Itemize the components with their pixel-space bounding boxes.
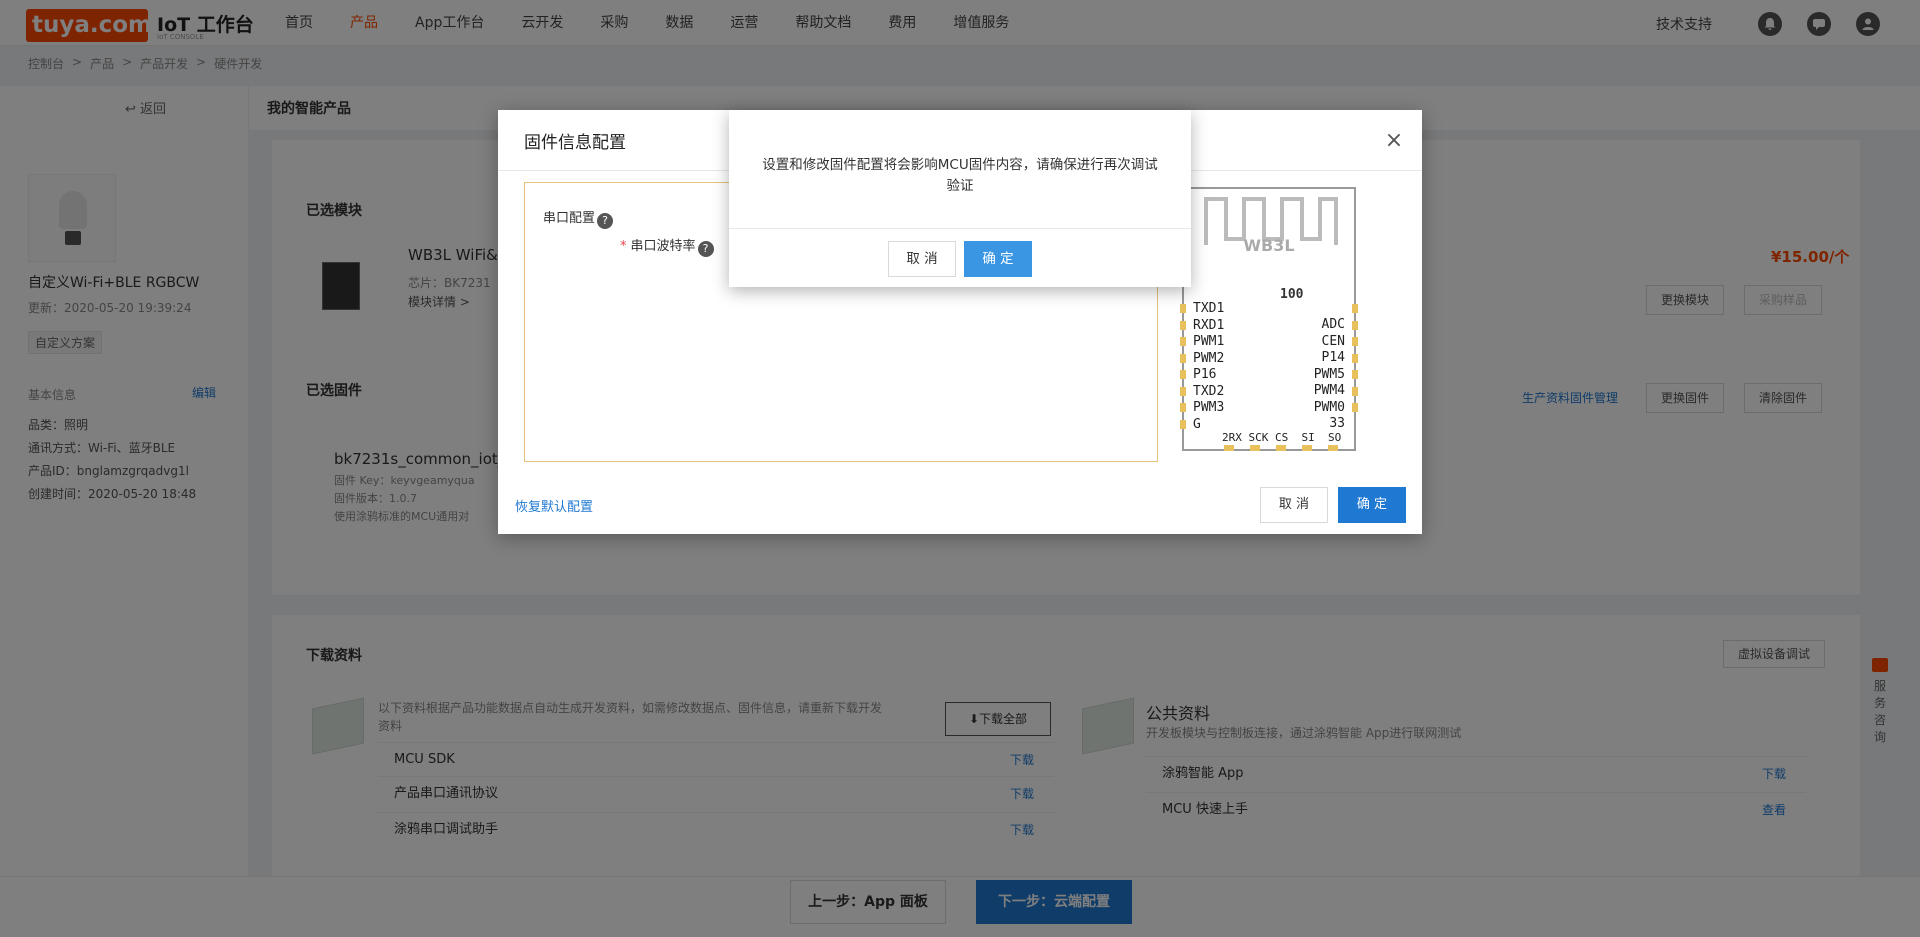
pin-label: G (1193, 416, 1201, 432)
pin-label: PWM4 (1313, 383, 1345, 398)
restore-default-link[interactable]: 恢复默认配置 (515, 496, 593, 515)
module-pin-diagram: WB3L 100 TXD1 RXD1 PWM1 PWM2 P16 TXD2 PW… (1180, 187, 1358, 451)
pin-pad (1352, 304, 1358, 313)
confirm-divider (729, 228, 1191, 229)
pin-pad (1302, 445, 1312, 451)
pin-pad (1352, 386, 1358, 396)
pin-pad (1180, 403, 1186, 412)
pin-pad (1352, 370, 1358, 379)
left-pin-column: TXD1 RXD1 PWM1 PWM2 P16 TXD2 PWM3 G (1193, 301, 1224, 433)
pin-pad (1352, 403, 1358, 412)
pin-pad (1276, 445, 1286, 451)
confirm-dialog: 设置和修改固件配置将会影响MCU固件内容，请确保进行再次调试验证 取 消 确 定 (729, 110, 1191, 287)
pin-pad (1180, 419, 1186, 429)
pin-label: P14 (1321, 350, 1345, 365)
pin-label: TXD1 (1193, 301, 1225, 316)
baud-rate-label: * 串口波特率? (620, 235, 714, 257)
pin-label: RXD1 (1193, 317, 1225, 333)
pin-label: PWM1 (1193, 334, 1225, 349)
pin-pad (1180, 370, 1186, 379)
help-icon[interactable]: ? (697, 241, 714, 257)
required-mark: * (620, 239, 627, 254)
confirm-cancel-button[interactable]: 取 消 (888, 241, 956, 277)
modal-title: 固件信息配置 (524, 133, 626, 153)
modal-ok-button[interactable]: 确 定 (1338, 487, 1406, 523)
pin-pad (1328, 445, 1338, 451)
pin-pad (1180, 320, 1186, 330)
pin-label: CEN (1321, 333, 1345, 349)
pin-label: TXD2 (1193, 383, 1225, 399)
pin-pad (1180, 386, 1186, 396)
pin-pad (1180, 353, 1186, 363)
pin-pad (1224, 445, 1234, 451)
pin-label: PWM3 (1193, 400, 1225, 415)
pin-label: ADC (1321, 317, 1345, 332)
pin-label: P16 (1193, 367, 1217, 382)
pin-pad (1250, 445, 1260, 451)
pin-pad (1180, 304, 1186, 313)
chip-label: 100 (1280, 287, 1304, 302)
confirm-ok-button[interactable]: 确 定 (964, 241, 1032, 277)
pin-pad (1352, 353, 1358, 363)
pin-pad (1352, 320, 1358, 330)
serial-config-text: 串口配置 (543, 211, 596, 226)
help-icon[interactable]: ? (597, 213, 614, 229)
pin-pad (1352, 337, 1358, 346)
serial-config-label: 串口配置? (543, 207, 614, 229)
pin-label: PWM2 (1193, 350, 1225, 366)
right-pin-column: ADC CEN P14 PWM5 PWM4 PWM0 33 (1314, 317, 1345, 433)
bottom-pin-row: 2RX SCK CS SI SO (1222, 431, 1342, 444)
close-icon[interactable]: × (1384, 130, 1404, 152)
pin-pad (1180, 337, 1186, 346)
confirm-message: 设置和修改固件配置将会影响MCU固件内容，请确保进行再次调试验证 (762, 157, 1158, 194)
pin-label: PWM0 (1313, 399, 1345, 415)
pin-label: PWM5 (1313, 366, 1345, 382)
modal-cancel-button[interactable]: 取 消 (1260, 487, 1328, 523)
baud-rate-text: 串口波特率 (630, 239, 696, 254)
module-model-label: WB3L (1243, 236, 1295, 255)
